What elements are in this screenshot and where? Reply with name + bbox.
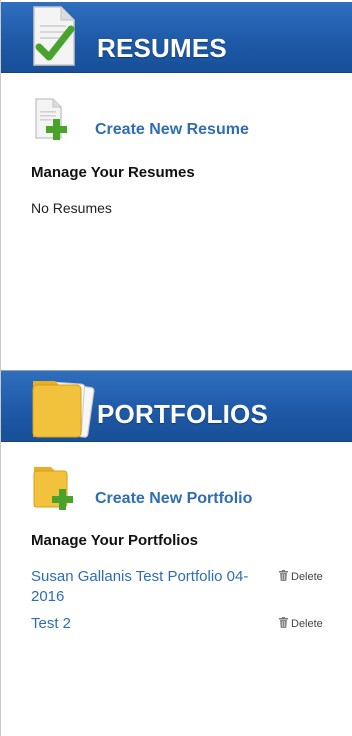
portfolio-list: Susan Gallanis Test Portfolio 04-2016 De… xyxy=(31,567,349,641)
portfolios-title: PORTFOLIOS xyxy=(97,399,268,429)
delete-label: Delete xyxy=(291,618,323,630)
manage-portfolios-heading: Manage Your Portfolios xyxy=(31,532,198,549)
portfolios-panel: PORTFOLIOS Create New Portfolio Manage Y… xyxy=(0,370,352,736)
delete-button[interactable]: Delete xyxy=(279,570,323,584)
trash-icon xyxy=(279,617,288,628)
document-add-icon[interactable] xyxy=(31,98,79,142)
folder-icon xyxy=(32,381,95,438)
create-portfolio-link[interactable]: Create New Portfolio xyxy=(95,489,252,509)
document-check-icon xyxy=(33,6,75,66)
create-resume-row[interactable]: Create New Resume xyxy=(29,98,329,140)
manage-resumes-heading: Manage Your Resumes xyxy=(31,164,195,181)
delete-label: Delete xyxy=(291,571,323,583)
portfolios-header: PORTFOLIOS xyxy=(1,371,352,442)
create-portfolio-row[interactable]: Create New Portfolio xyxy=(29,467,329,510)
no-resumes-text: No Resumes xyxy=(31,200,112,216)
list-item: Susan Gallanis Test Portfolio 04-2016 De… xyxy=(31,567,349,607)
folder-add-icon[interactable] xyxy=(31,467,79,511)
delete-button[interactable]: Delete xyxy=(279,617,323,631)
resumes-panel: RESUMES Create New Resume Manage Your Re… xyxy=(0,0,352,370)
list-item: Test 2 Delete xyxy=(31,614,349,634)
resumes-title: RESUMES xyxy=(97,33,227,63)
resumes-header: RESUMES xyxy=(1,2,352,73)
create-resume-link[interactable]: Create New Resume xyxy=(95,120,249,140)
portfolio-link[interactable]: Susan Gallanis Test Portfolio 04-2016 xyxy=(31,567,251,607)
portfolio-link[interactable]: Test 2 xyxy=(31,614,251,634)
trash-icon xyxy=(279,570,288,581)
